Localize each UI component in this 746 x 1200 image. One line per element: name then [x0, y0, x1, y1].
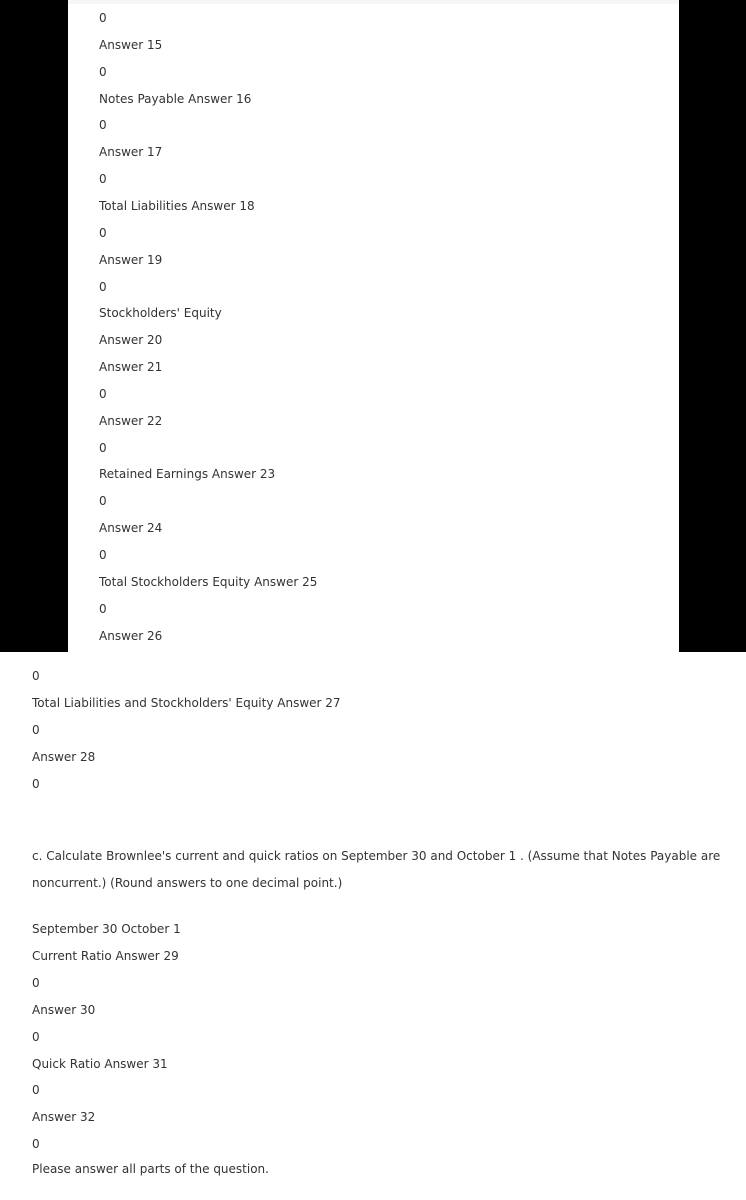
answer-label: Answer 32 [32, 1110, 96, 1125]
answer-label: Answer 20 [99, 333, 163, 348]
answer-value-field[interactable]: 0 [99, 440, 107, 456]
black-margin-left [0, 0, 68, 652]
answer-label: Answer 30 [32, 1002, 96, 1017]
answer-label: Total Liabilities Answer 18 [99, 198, 255, 213]
answer-label: Answer 15 [99, 37, 163, 52]
answer-value-field[interactable]: 0 [99, 601, 107, 617]
answer-value-field[interactable]: 0 [99, 547, 107, 563]
top-divider [68, 0, 679, 4]
section-heading: September 30 October 1 [32, 922, 181, 936]
answer-label: Answer 28 [32, 749, 96, 764]
answer-value-field[interactable]: 0 [32, 1082, 40, 1098]
question-c-line1: c. Calculate Brownlee's current and quic… [32, 849, 721, 863]
section-heading: Stockholders' Equity [99, 306, 222, 321]
answer-label: Current Ratio Answer 29 [32, 948, 179, 963]
answer-value-field[interactable]: 0 [99, 279, 107, 295]
answer-value-field[interactable]: 0 [99, 386, 107, 402]
answer-value-field[interactable]: 0 [99, 64, 107, 80]
answer-value-field[interactable]: 0 [32, 722, 40, 738]
answer-value-field[interactable]: 0 [32, 975, 40, 991]
answer-value-field[interactable]: 0 [99, 117, 107, 133]
answer-label: Notes Payable Answer 16 [99, 91, 252, 106]
answer-label: Total Liabilities and Stockholders' Equi… [32, 695, 341, 710]
black-margin-right [679, 0, 746, 652]
answer-label: Quick Ratio Answer 31 [32, 1056, 168, 1071]
footer-note: Please answer all parts of the question. [32, 1162, 269, 1176]
answer-value-field[interactable]: 0 [32, 1136, 40, 1152]
answer-label: Answer 21 [99, 360, 163, 375]
answer-value-field[interactable]: 0 [32, 668, 40, 684]
answer-label: Total Stockholders Equity Answer 25 [99, 574, 318, 589]
question-c-line2: noncurrent.) (Round answers to one decim… [32, 876, 343, 890]
answer-label: Answer 26 [99, 628, 163, 643]
answer-label: Answer 17 [99, 145, 163, 160]
answer-value-field[interactable]: 0 [32, 776, 40, 792]
answer-value-field[interactable]: 0 [99, 493, 107, 509]
answer-value-field[interactable]: 0 [99, 225, 107, 241]
answer-label: Retained Earnings Answer 23 [99, 467, 276, 482]
answer-value-field[interactable]: 0 [99, 10, 107, 26]
answer-label: Answer 24 [99, 521, 163, 536]
answer-value-field[interactable]: 0 [99, 171, 107, 187]
answer-value-field[interactable]: 0 [32, 1029, 40, 1045]
answer-label: Answer 22 [99, 413, 163, 428]
answer-label: Answer 19 [99, 252, 163, 267]
